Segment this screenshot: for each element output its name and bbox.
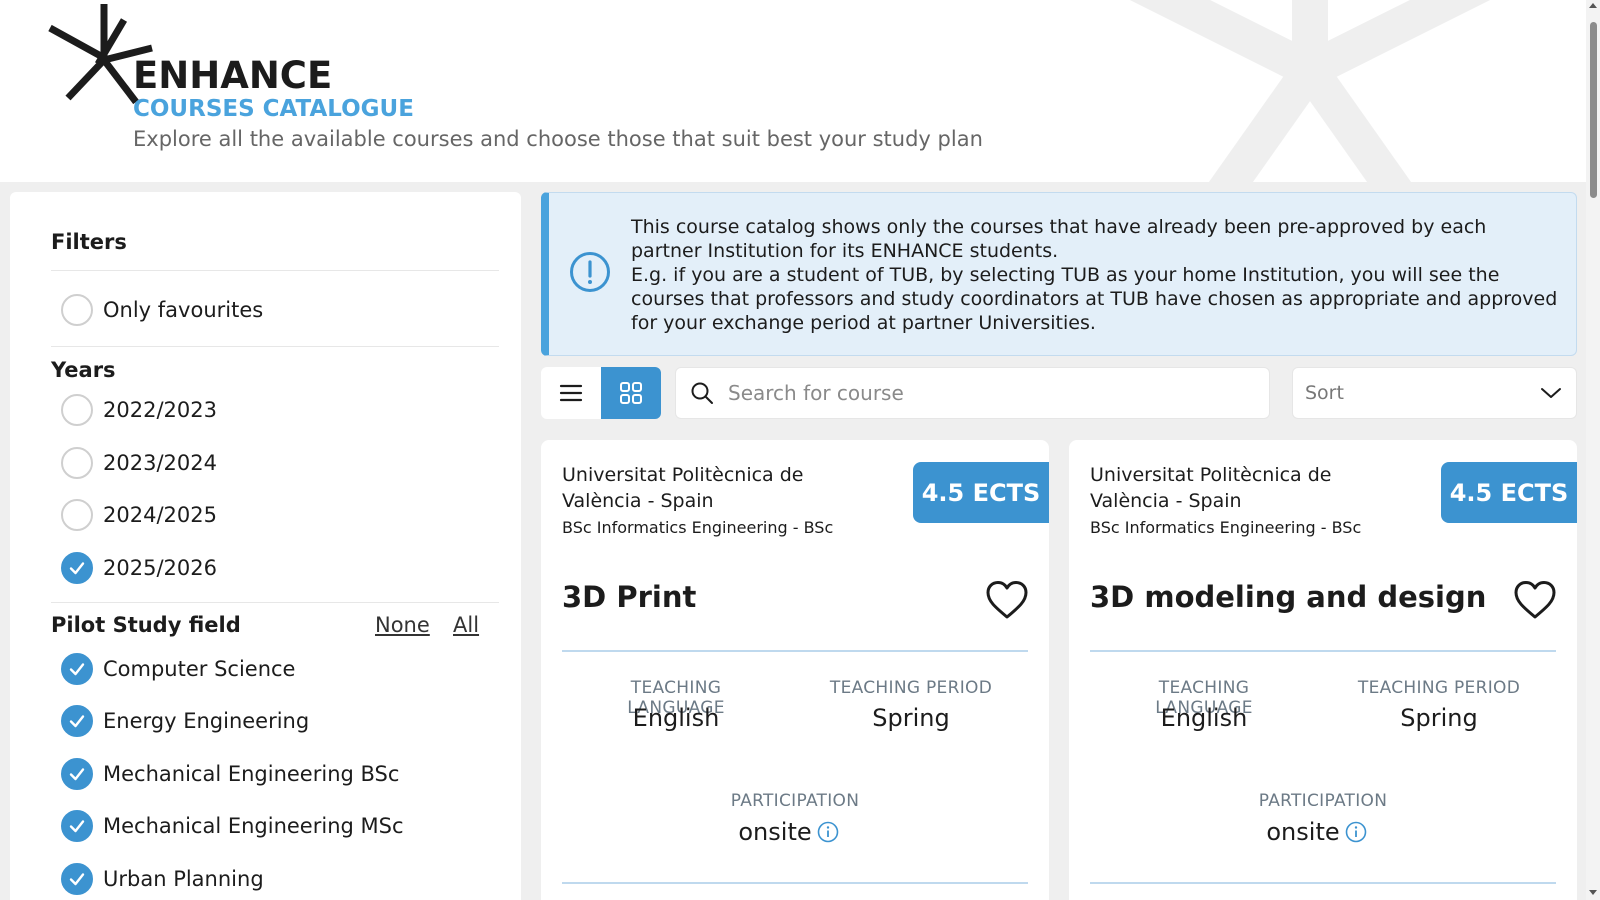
checkmark-icon[interactable]: [61, 863, 93, 895]
course-program: BSc Informatics Engineering - BSc: [1090, 518, 1362, 537]
page-scrollbar[interactable]: [1586, 0, 1600, 900]
background-logo-icon: [1129, 0, 1491, 182]
course-program: BSc Informatics Engineering - BSc: [562, 518, 834, 537]
checkbox-label: 2025/2026: [103, 556, 217, 580]
course-card[interactable]: Universitat Politècnica de València - Sp…: [541, 440, 1049, 900]
year-checkbox-2025-2026[interactable]: 2025/2026: [61, 551, 217, 585]
filters-sidebar: Filters Only favourites Years 2022/2023 …: [10, 192, 521, 900]
brand-name: ENHANCE: [133, 54, 333, 97]
info-text: This course catalog shows only the cours…: [631, 215, 1561, 335]
checkbox-off-icon[interactable]: [61, 499, 93, 531]
checkbox-label: 2022/2023: [103, 398, 217, 422]
checkmark-icon[interactable]: [61, 653, 93, 685]
scroll-up-arrow-icon[interactable]: [1589, 3, 1597, 8]
search-box[interactable]: [675, 367, 1270, 419]
checkbox-label: 2024/2025: [103, 503, 217, 527]
catalogue-subtitle: COURSES CATALOGUE: [133, 96, 414, 122]
teaching-language-value: English: [632, 704, 720, 732]
checkbox-off-icon[interactable]: [61, 447, 93, 479]
checkmark-icon[interactable]: [61, 552, 93, 584]
divider: [51, 270, 499, 271]
info-icon[interactable]: [1345, 821, 1367, 843]
teaching-period-value: Spring: [1400, 704, 1478, 732]
card-divider: [562, 650, 1028, 652]
checkmark-icon[interactable]: [61, 810, 93, 842]
checkbox-label: 2023/2024: [103, 451, 217, 475]
course-university: Universitat Politècnica de València - Sp…: [562, 464, 804, 512]
info-icon[interactable]: [817, 821, 839, 843]
filters-title: Filters: [51, 230, 127, 254]
course-title[interactable]: 3D modeling and design: [1090, 580, 1486, 614]
favourite-heart-icon[interactable]: [1513, 580, 1557, 620]
years-title: Years: [51, 358, 116, 382]
search-icon: [691, 382, 713, 404]
course-university: Universitat Politècnica de València - Sp…: [1090, 464, 1332, 512]
checkbox-label: Mechanical Engineering MSc: [103, 814, 404, 838]
exclamation-circle-icon: [570, 252, 610, 292]
divider: [51, 602, 499, 603]
search-input[interactable]: [728, 381, 1248, 405]
teaching-language-value: English: [1160, 704, 1248, 732]
checkbox-label: Urban Planning: [103, 867, 264, 891]
year-checkbox-2024-2025[interactable]: 2024/2025: [61, 498, 217, 532]
field-checkbox-urban-planning[interactable]: Urban Planning: [61, 862, 264, 896]
course-title[interactable]: 3D Print: [562, 580, 696, 614]
participation-label: PARTICIPATION: [730, 791, 860, 811]
sort-label: Sort: [1305, 382, 1344, 404]
list-icon: [559, 384, 583, 402]
checkbox-label: Computer Science: [103, 657, 296, 681]
favourite-heart-icon[interactable]: [985, 580, 1029, 620]
info-line-2: E.g. if you are a student of TUB, by sel…: [631, 264, 1558, 334]
field-checkbox-mechanical-engineering-bsc[interactable]: Mechanical Engineering BSc: [61, 757, 399, 791]
checkbox-label: Only favourites: [103, 298, 264, 322]
list-view-button[interactable]: [541, 367, 601, 419]
participation-label: PARTICIPATION: [1258, 791, 1388, 811]
card-divider: [562, 882, 1028, 884]
checkbox-off-icon[interactable]: [61, 394, 93, 426]
scroll-down-arrow-icon[interactable]: [1589, 890, 1597, 895]
grid-icon: [620, 382, 642, 404]
ects-badge: 4.5 ECTS: [913, 462, 1049, 523]
year-checkbox-2022-2023[interactable]: 2022/2023: [61, 393, 217, 427]
checkbox-off-icon[interactable]: [61, 294, 93, 326]
checkmark-icon[interactable]: [61, 758, 93, 790]
field-checkbox-computer-science[interactable]: Computer Science: [61, 652, 295, 686]
pilot-study-field-title: Pilot Study field: [51, 613, 241, 637]
ects-badge: 4.5 ECTS: [1441, 462, 1577, 523]
page-tagline: Explore all the available courses and ch…: [133, 127, 983, 151]
chevron-down-icon: [1541, 388, 1561, 398]
year-checkbox-2023-2024[interactable]: 2023/2024: [61, 446, 217, 480]
checkbox-label: Energy Engineering: [103, 709, 310, 733]
teaching-period-label: TEACHING PERIOD: [829, 678, 993, 698]
info-line-1: This course catalog shows only the cours…: [631, 216, 1487, 262]
card-divider: [1090, 882, 1556, 884]
checkbox-label: Mechanical Engineering BSc: [103, 762, 400, 786]
info-notice: This course catalog shows only the cours…: [541, 192, 1577, 356]
grid-view-button[interactable]: [601, 367, 661, 419]
page-header: ENHANCE COURSES CATALOGUE Explore all th…: [0, 0, 1586, 182]
field-checkbox-energy-engineering[interactable]: Energy Engineering: [61, 704, 309, 738]
divider: [51, 346, 499, 347]
field-checkbox-mechanical-engineering-msc[interactable]: Mechanical Engineering MSc: [61, 809, 404, 843]
sort-dropdown[interactable]: Sort: [1292, 367, 1577, 419]
only-favourites-checkbox[interactable]: Only favourites: [61, 293, 263, 327]
select-all-link[interactable]: All: [453, 613, 479, 637]
scrollbar-thumb[interactable]: [1590, 22, 1597, 198]
select-none-link[interactable]: None: [375, 613, 430, 637]
teaching-period-value: Spring: [872, 704, 950, 732]
card-divider: [1090, 650, 1556, 652]
checkmark-icon[interactable]: [61, 705, 93, 737]
course-card[interactable]: Universitat Politècnica de València - Sp…: [1069, 440, 1577, 900]
teaching-period-label: TEACHING PERIOD: [1357, 678, 1521, 698]
